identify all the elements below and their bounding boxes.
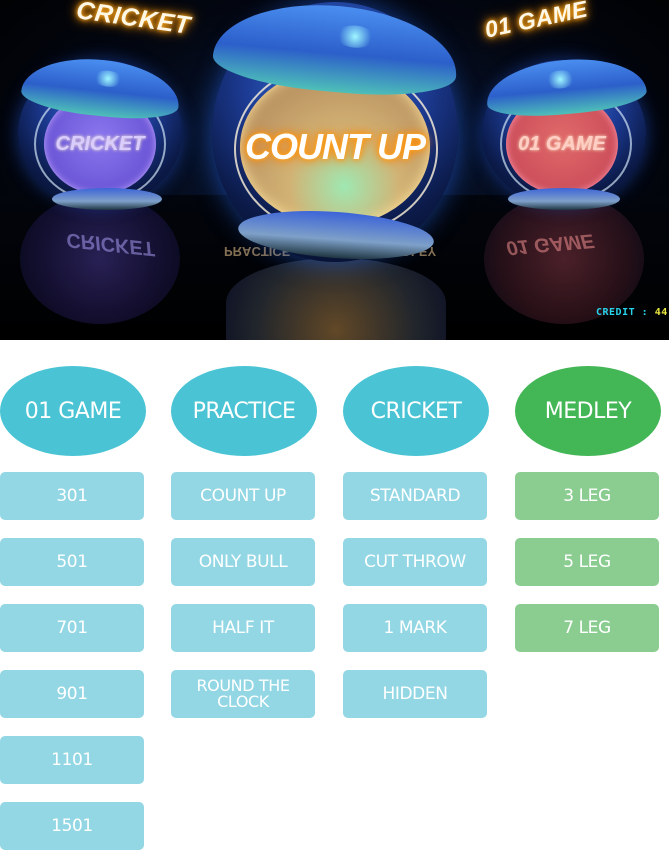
option-hidden[interactable]: HIDDEN	[343, 670, 487, 718]
option-half-it[interactable]: HALF IT	[171, 604, 315, 652]
sphere-label: 01 GAME	[518, 132, 606, 155]
sphere-reflection-01-game	[484, 194, 644, 324]
option-round-the-clock[interactable]: ROUND THE CLOCK	[171, 670, 315, 718]
options-medley: 3 LEG 5 LEG 7 LEG	[515, 472, 661, 652]
sphere-button-01-game[interactable]: 01 GAME	[482, 53, 649, 210]
options-cricket: STANDARD CUT THROW 1 MARK HIDDEN	[343, 472, 489, 718]
category-01-game[interactable]: 01 GAME	[0, 366, 146, 456]
game-preview-screen: CRICKET 01 GAME CRICKET 01 GAME PRACTICE…	[0, 0, 669, 340]
sphere-button-count-up[interactable]: COUNT UP	[210, 0, 462, 265]
sphere-reflection-cricket	[20, 194, 180, 324]
sphere-base	[52, 188, 162, 210]
specular-highlight	[334, 23, 377, 50]
menu-column-medley: MEDLEY 3 LEG 5 LEG 7 LEG	[515, 366, 661, 652]
category-cricket[interactable]: CRICKET	[343, 366, 489, 456]
option-3-leg[interactable]: 3 LEG	[515, 472, 659, 520]
sphere-button-cricket[interactable]: CRICKET	[18, 51, 183, 210]
menu-column-practice: PRACTICE COUNT UP ONLY BULL HALF IT ROUN…	[171, 366, 317, 718]
credit-counter: CREDIT : 44	[596, 307, 668, 318]
sphere-label: COUNT UP	[245, 126, 426, 167]
specular-highlight	[544, 69, 577, 90]
option-1-mark[interactable]: 1 MARK	[343, 604, 487, 652]
option-7-leg[interactable]: 7 LEG	[515, 604, 659, 652]
credit-separator: :	[641, 307, 649, 318]
sphere-label: CRICKET	[55, 132, 145, 155]
options-practice: COUNT UP ONLY BULL HALF IT ROUND THE CLO…	[171, 472, 317, 718]
sphere-base	[508, 188, 620, 210]
menu-column-cricket: CRICKET STANDARD CUT THROW 1 MARK HIDDEN	[343, 366, 489, 718]
category-practice[interactable]: PRACTICE	[171, 366, 317, 456]
options-01-game: 301 501 701 901 1101 1501	[0, 472, 146, 850]
credit-label: CREDIT	[596, 307, 636, 318]
option-only-bull[interactable]: ONLY BULL	[171, 538, 315, 586]
option-301[interactable]: 301	[0, 472, 144, 520]
option-901[interactable]: 901	[0, 670, 144, 718]
sphere-reflection-count-up	[226, 258, 446, 340]
option-1101[interactable]: 1101	[0, 736, 144, 784]
option-count-up[interactable]: COUNT UP	[171, 472, 315, 520]
category-medley[interactable]: MEDLEY	[515, 366, 661, 456]
floating-title-cricket: CRICKET	[74, 0, 193, 40]
specular-highlight	[92, 69, 124, 89]
option-cut-throw[interactable]: CUT THROW	[343, 538, 487, 586]
option-701[interactable]: 701	[0, 604, 144, 652]
floating-title-01-game: 01 GAME	[482, 0, 590, 43]
menu-column-01-game: 01 GAME 301 501 701 901 1101 1501	[0, 366, 146, 850]
option-501[interactable]: 501	[0, 538, 144, 586]
option-5-leg[interactable]: 5 LEG	[515, 538, 659, 586]
credit-value: 44	[654, 307, 668, 318]
option-1501[interactable]: 1501	[0, 802, 144, 850]
option-standard[interactable]: STANDARD	[343, 472, 487, 520]
